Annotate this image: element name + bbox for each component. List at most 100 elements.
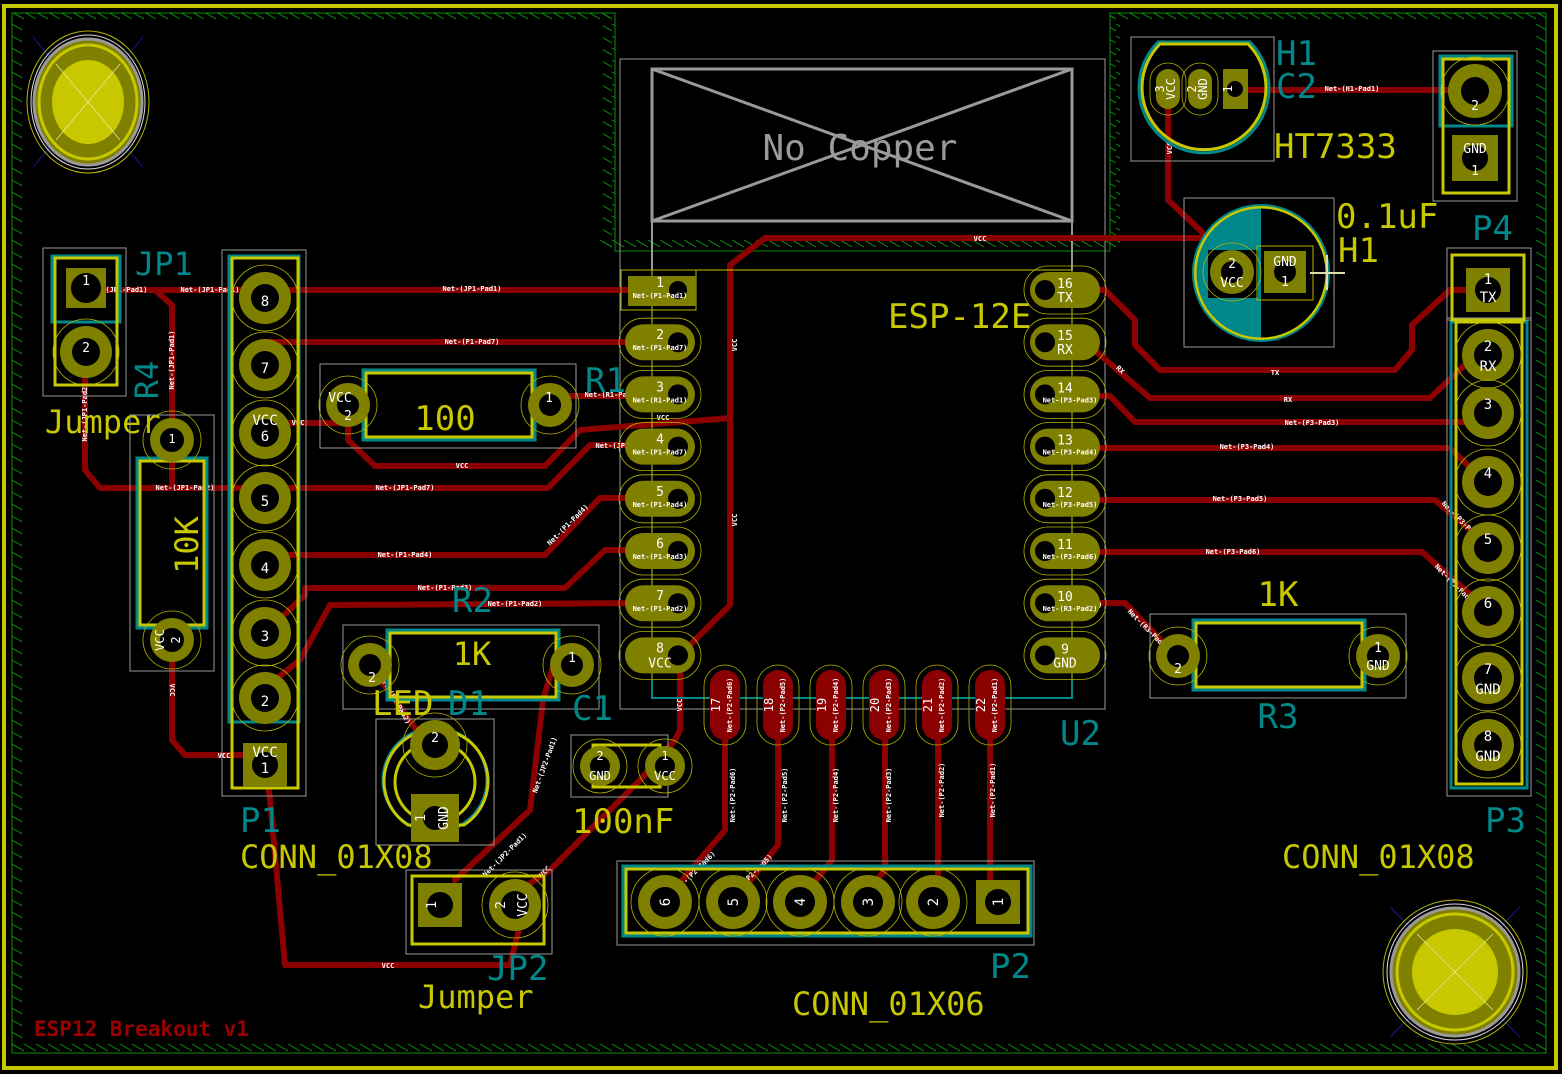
net-label: Net-(P2-Pad3) [885,768,893,823]
pin-number: 18 [762,698,776,712]
pin-number: 4 [261,561,269,577]
pin-number: 2 [261,694,269,710]
p1-reference: P1 [240,801,281,841]
net-label: VCC [168,684,176,697]
u2-reference: U2 [1060,714,1101,754]
r2-reference: R2 [452,581,493,621]
pin-number: 7 [656,589,664,604]
pin-number: 3 [1484,397,1492,413]
net-label: Net-(P1-Pad4) [378,551,433,559]
net-label: VCC [731,339,739,352]
net-label: Net-(P1-Pad2) [488,600,543,608]
drill-hole [1035,280,1055,300]
trace-p1-pad4 [262,495,661,558]
net-label: VCC [218,752,231,760]
component-u2[interactable]: 1Net-(P1-Pad1)2Net-(P1-Pad7)3Net-(R1-Pad… [618,265,1107,754]
p1-value: CONN_01X08 [240,838,433,876]
pin-number: 4 [793,898,809,906]
board-title: ESP12 Breakout v1 [34,1017,249,1041]
pin-name: GND [1053,656,1077,671]
pin-number: 1 [545,391,553,406]
jp2-value: Jumper [418,978,534,1016]
pin-number: 8 [261,294,269,310]
component-p3[interactable]: 2 RX 3 4 5 6 7 GND 8 GND P3 CONN_01X08 [1282,317,1532,876]
pin-name: VCC [648,656,671,671]
net-label: Net-(P2-Pad1) [989,763,997,818]
pin-number: 10 [1057,590,1073,605]
pin-name: VCC [252,745,277,761]
component-power-connector[interactable]: 2 GND 1 [1432,50,1518,202]
pin-name: RX [1057,343,1073,358]
pin-name: TX [1480,290,1497,306]
net-label: Net-(P2-Pad4) [832,768,840,823]
component-jp2[interactable]: 1 2 VCCJP2Jumper [405,869,553,1016]
net-label: VCC [382,962,395,970]
pin-number: 1 [568,651,576,666]
c2-reference: C2 [1276,67,1317,107]
pin-name: VCC [328,391,351,406]
pin-name: VCC [1164,78,1178,100]
r2-value: 1K [453,635,492,673]
component-r3[interactable]: 2 1 GND 1K R3 [1148,575,1408,737]
net-label: Net-(P3-Pad3) [1285,419,1340,427]
r3-reference: R3 [1258,697,1299,737]
pin-net-label: Net-(P3-Pad5) [1043,501,1098,509]
pin-name: GND [1366,659,1390,674]
pin-net-label: Net-(R3-Pad2) [1043,605,1098,613]
pin-number: 1 [661,749,668,763]
pin-number: 15 [1057,329,1073,344]
pin-name: TX [1057,291,1073,306]
pin-number: 2 [1228,257,1236,272]
r3-value: 1K [1258,575,1299,615]
pin-number: 1 [425,901,440,909]
net-label: Net-(P2-Pad5) [781,768,789,823]
pcb-canvas[interactable]: No Copper Net-(JP1-Pad1) Net-(JP1-Pad1) Ne… [0,0,1562,1074]
component-p2[interactable]: 6 5 4 3 2 1 P2CONN_01X06 [616,860,1035,1023]
pin-net-label: Net-(P1-Pad7) [633,449,688,457]
pin-number: 6 [656,537,664,552]
net-label: VCC [974,235,987,243]
pin-net-label: Net-(P1-Pad3) [633,553,688,561]
silk-outline [1194,621,1364,689]
pin-net-label: Net-(P1-Pad7) [633,344,688,352]
pin-number: 6 [261,429,269,445]
pin-number: 8 [1484,729,1492,745]
trace-p3-pad5 [1082,497,1491,548]
net-label: Net-(P2-Pad6) [729,768,737,823]
p4-reference: P4 [1472,209,1513,249]
pin-number: 4 [656,433,664,448]
pin-net-label: Net-(P2-Pad2) [938,678,946,733]
c1-value: 100nF [572,802,674,842]
pin-number: 13 [1057,434,1073,449]
net-label: Net-(JP1-Pad7) [375,484,434,492]
components-layer: 1Net-(P1-Pad1)2Net-(P1-Pad7)3Net-(R1-Pad… [42,34,1532,1023]
pin-net-label: Net-(P2-Pad4) [832,678,840,733]
pin-number: 2 [344,409,352,424]
component-r1[interactable]: VCC 2 1 100 R1 [318,361,626,449]
net-label: Net-(JP2-Pad1) [481,831,528,878]
no-copper-label: No Copper [762,128,957,169]
trace-p3-pad4 [1082,445,1491,488]
pin-number: 7 [261,361,269,377]
pin-number: 3 [261,629,269,645]
pin-number: 2 [926,898,942,906]
pin-name: VCC [654,769,676,783]
mounting-hole-bottom-right[interactable] [1382,899,1528,1045]
component-c1[interactable]: 2 GND 1 VCC C1 100nF [570,689,693,842]
net-label: TX [1271,369,1280,377]
component-d1[interactable]: 2 1 GND LED D1 [372,684,495,846]
pin-number: 2 [169,636,183,643]
regulator-value: HT7333 [1274,127,1397,167]
pin-number: 1 [1484,272,1492,288]
pin-number: 5 [656,485,664,500]
mounting-hole-top-left[interactable] [26,30,150,174]
component-c2[interactable]: 2VCCGND10.1uFH1 [1183,197,1438,348]
pin-net-label: Net-(P3-Pad3) [1043,396,1098,404]
component-p4[interactable]: 1 TX P4 [1446,209,1532,322]
pin-number: 1 [1374,641,1382,656]
net-label: VCC [731,514,739,527]
pin-name: GND [1475,749,1500,765]
pin-name: GND [1475,682,1500,698]
net-label: Net-(P3-Pad5) [1213,495,1268,503]
pin-number: 9 [1061,642,1069,657]
